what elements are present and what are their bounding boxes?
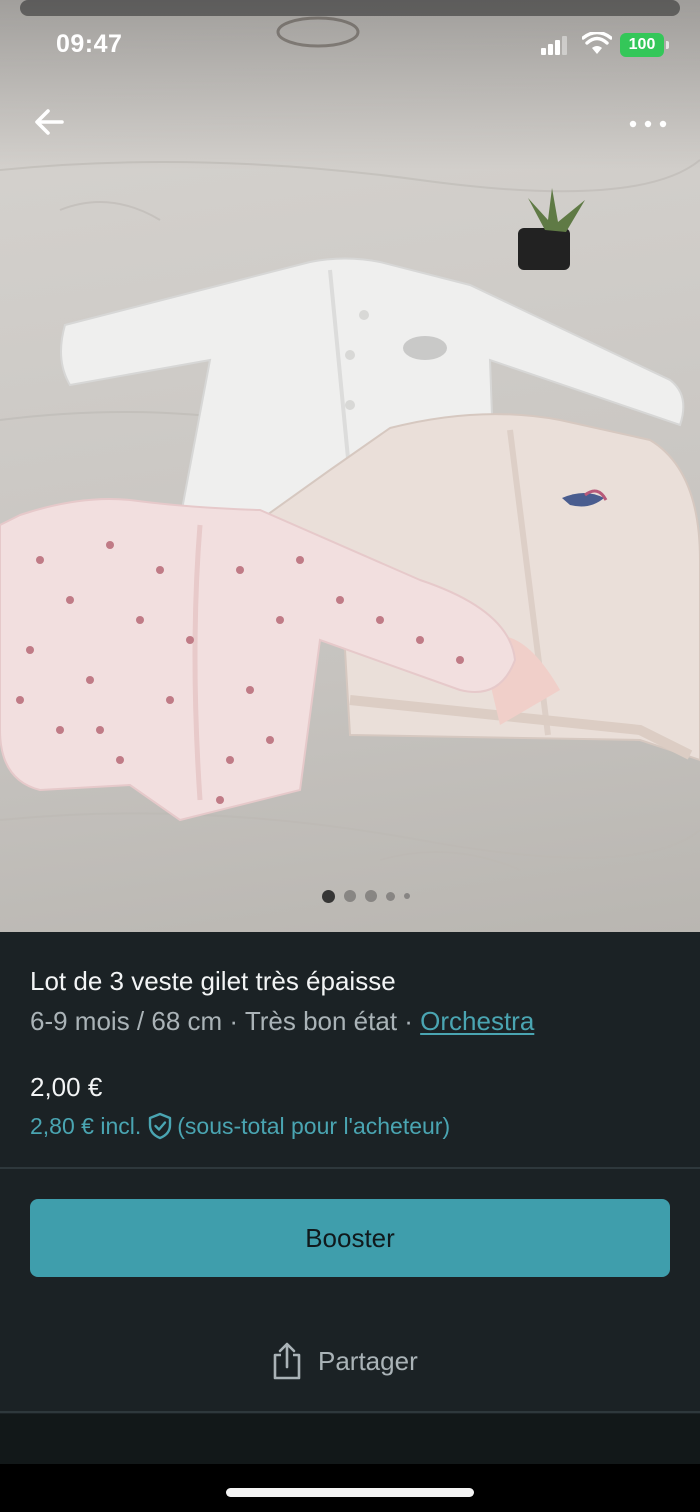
listing-condition: Très bon état [244, 1006, 398, 1036]
meta-separator: · [397, 1006, 421, 1036]
product-photo[interactable]: 09:47 100 [0, 0, 700, 932]
price-incl-amount: 2,80 € incl. [30, 1112, 142, 1139]
listing-price: 2,00 € [30, 1072, 103, 1102]
pagination-dot[interactable] [403, 893, 410, 899]
more-horizontal-icon [629, 120, 667, 128]
meta-separator: · [222, 1006, 245, 1036]
brand-link[interactable]: Orchestra [420, 1006, 534, 1036]
arrow-left-icon [35, 109, 64, 135]
wifi-icon [582, 32, 612, 54]
home-indicator[interactable] [226, 1488, 474, 1497]
pagination-dot[interactable] [364, 890, 377, 902]
status-bar: 09:47 100 [0, 0, 700, 90]
cellular-signal-icon [541, 36, 567, 55]
listing-size: 6-9 mois / 68 cm [30, 1006, 223, 1036]
image-pagination-dots[interactable] [0, 888, 700, 904]
bottom-strip [0, 1414, 700, 1464]
booster-button[interactable]: Booster [30, 1199, 670, 1277]
listing-title: Lot de 3 veste gilet très épaisse [30, 966, 396, 996]
status-time: 09:47 [56, 30, 123, 58]
more-options-button[interactable] [624, 104, 672, 144]
pagination-dot-active[interactable] [321, 889, 335, 903]
pagination-dot[interactable] [343, 890, 356, 902]
divider [0, 1167, 700, 1169]
listing-meta: 6-9 mois / 68 cm · Très bon état · Orche… [30, 1006, 534, 1037]
share-icon [273, 1342, 301, 1380]
battery-indicator: 100 [620, 33, 669, 57]
buyer-protection-price[interactable]: 2,80 € incl. (sous-total pour l'acheteur… [30, 1112, 450, 1140]
shield-check-icon [149, 1112, 172, 1140]
back-button[interactable] [28, 100, 72, 144]
price-incl-note: (sous-total pour l'acheteur) [177, 1112, 451, 1139]
share-label: Partager [318, 1345, 418, 1376]
divider [0, 1411, 700, 1413]
share-button[interactable]: Partager [260, 1336, 428, 1386]
pagination-dot[interactable] [385, 891, 395, 901]
